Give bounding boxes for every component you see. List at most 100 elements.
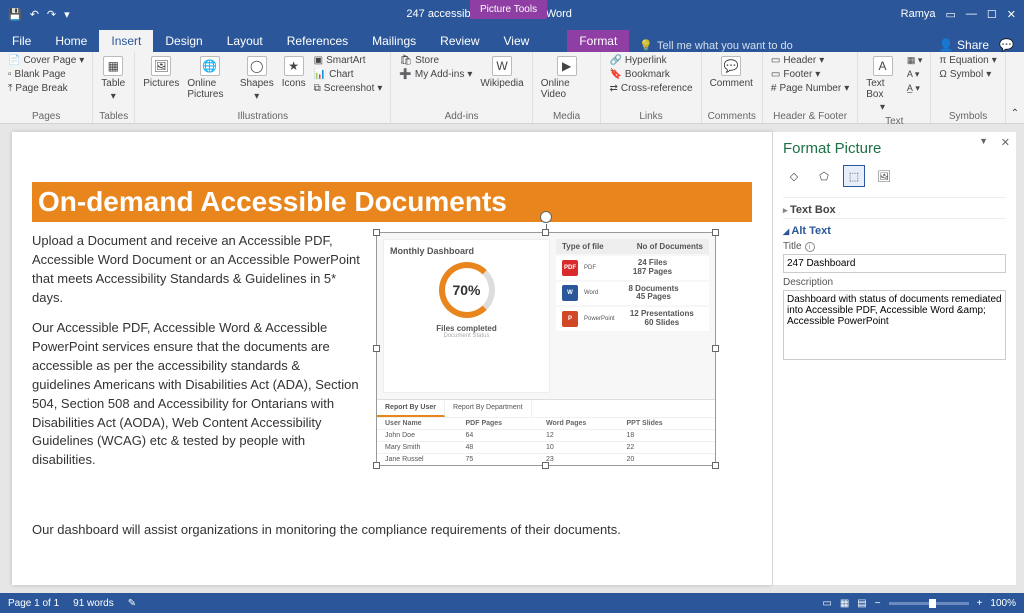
zoom-level[interactable]: 100% [990, 598, 1016, 609]
resize-handle[interactable] [712, 345, 719, 352]
info-icon[interactable]: i [805, 242, 815, 252]
wordart-button[interactable]: A ▾ [905, 68, 925, 81]
resize-handle[interactable] [712, 462, 719, 469]
redo-icon[interactable]: ↷ [47, 8, 56, 21]
print-layout-icon[interactable]: ▦ [840, 598, 849, 609]
bookmark-button[interactable]: 🔖 Bookmark [607, 68, 694, 81]
page-indicator[interactable]: Page 1 of 1 [8, 598, 59, 609]
table-icon: ▦ [103, 56, 123, 76]
text-box-button[interactable]: AText Box▾ [864, 54, 901, 115]
document-page[interactable]: On-demand Accessible Documents Upload a … [12, 132, 772, 585]
symbol-button[interactable]: Ω Symbol ▾ [937, 68, 998, 81]
wikipedia-button[interactable]: WWikipedia [478, 54, 525, 110]
icons-icon: ★ [284, 56, 304, 76]
powerpoint-icon: P [562, 311, 578, 327]
alt-text-title-label: Titlei [783, 241, 1006, 252]
table-button[interactable]: ▦Table▾ [99, 54, 127, 110]
online-pictures-button[interactable]: 🌐Online Pictures [185, 54, 233, 110]
resize-handle[interactable] [373, 462, 380, 469]
layout-properties-icon[interactable]: ⬚ [843, 165, 865, 187]
group-label-illustrations: Illustrations [141, 110, 384, 123]
rotate-handle[interactable] [540, 211, 552, 223]
page-break-button[interactable]: ⤒ Page Break [6, 82, 86, 95]
read-mode-icon[interactable]: ▭ [822, 598, 831, 609]
resize-handle[interactable] [373, 229, 380, 236]
alt-text-title-input[interactable] [783, 254, 1006, 273]
smartart-button[interactable]: ▣ SmartArt [312, 54, 385, 67]
chart-button[interactable]: 📊 Chart [312, 68, 385, 81]
resize-handle[interactable] [373, 345, 380, 352]
equation-button[interactable]: π Equation ▾ [937, 54, 998, 67]
cross-reference-button[interactable]: ⇄ Cross-reference [607, 82, 694, 95]
page-number-button[interactable]: # Page Number ▾ [769, 82, 851, 95]
paragraph-3[interactable]: Our dashboard will assist organizations … [32, 522, 752, 537]
my-addins-button[interactable]: ➕ My Add-ins ▾ [397, 68, 474, 81]
panel-options-icon[interactable]: ▼ [979, 136, 988, 146]
tab-design[interactable]: Design [153, 30, 214, 52]
paragraph-1[interactable]: Upload a Document and receive an Accessi… [32, 232, 362, 307]
paragraph-2[interactable]: Our Accessible PDF, Accessible Word & Ac… [32, 319, 362, 470]
save-icon[interactable]: 💾 [8, 8, 22, 21]
group-label-media: Media [539, 110, 595, 123]
selected-picture[interactable]: Monthly Dashboard 70% Files completed Do… [376, 232, 716, 466]
icons-button[interactable]: ★Icons [280, 54, 308, 110]
group-label-addins: Add-ins [397, 110, 525, 123]
collapse-ribbon-icon[interactable]: ⌃ [1006, 52, 1024, 123]
effects-icon[interactable]: ⬠ [813, 165, 835, 187]
tab-home[interactable]: Home [43, 30, 99, 52]
resize-handle[interactable] [712, 229, 719, 236]
share-button[interactable]: 👤 Share [939, 38, 989, 52]
drop-cap-button[interactable]: A̲ ▾ [905, 82, 925, 95]
picture-icon[interactable]: 🖼 [873, 165, 895, 187]
tab-references[interactable]: References [275, 30, 360, 52]
close-panel-icon[interactable]: ✕ [1001, 136, 1010, 149]
zoom-out-icon[interactable]: − [875, 598, 881, 609]
comments-icon[interactable]: 💬 [999, 38, 1014, 52]
user-name[interactable]: Ramya [901, 8, 936, 20]
maximize-icon[interactable]: ☐ [987, 8, 997, 21]
fill-line-icon[interactable]: ◇ [783, 165, 805, 187]
tab-mailings[interactable]: Mailings [360, 30, 428, 52]
section-alt-text[interactable]: Alt Text Titlei Description [783, 218, 1006, 365]
close-icon[interactable]: ✕ [1007, 8, 1016, 21]
zoom-slider[interactable] [889, 602, 969, 605]
group-label-comments: Comments [708, 110, 756, 123]
blank-page-button[interactable]: ▫ Blank Page [6, 68, 86, 81]
tab-view[interactable]: View [492, 30, 542, 52]
undo-icon[interactable]: ↶ [30, 8, 39, 21]
resize-handle[interactable] [542, 462, 549, 469]
section-text-box[interactable]: Text Box [783, 197, 1006, 218]
screenshot-button[interactable]: ⧉ Screenshot ▾ [312, 82, 385, 95]
group-label-tables: Tables [99, 110, 128, 123]
footer-button[interactable]: ▭ Footer ▾ [769, 68, 851, 81]
hyperlink-button[interactable]: 🔗 Hyperlink [607, 54, 694, 67]
wikipedia-icon: W [492, 56, 512, 76]
tab-format[interactable]: Format [567, 30, 629, 52]
group-label-symbols: Symbols [937, 110, 998, 123]
document-text-column[interactable]: Upload a Document and receive an Accessi… [32, 232, 362, 482]
alt-text-description-input[interactable] [783, 290, 1006, 360]
web-layout-icon[interactable]: ▤ [857, 598, 866, 609]
tab-file[interactable]: File [0, 30, 43, 52]
document-heading[interactable]: On-demand Accessible Documents [32, 182, 752, 222]
ribbon-options-icon[interactable]: ▭ [946, 8, 956, 21]
online-video-button[interactable]: ▶Online Video [539, 54, 595, 110]
word-count[interactable]: 91 words [73, 598, 114, 609]
resize-handle[interactable] [542, 229, 549, 236]
store-button[interactable]: 🛍 Store [397, 54, 474, 67]
picture-tools-contextual-tab: Picture Tools [470, 0, 547, 19]
spell-check-icon[interactable]: ✎ [128, 598, 136, 609]
header-button[interactable]: ▭ Header ▾ [769, 54, 851, 67]
comment-button[interactable]: 💬Comment [708, 54, 755, 110]
quick-parts-button[interactable]: ▦ ▾ [905, 54, 925, 67]
tab-review[interactable]: Review [428, 30, 491, 52]
qat-dropdown-icon[interactable]: ▾ [64, 8, 70, 21]
pictures-button[interactable]: 🖼Pictures [141, 54, 181, 110]
shapes-button[interactable]: ◯Shapes▾ [238, 54, 276, 110]
cover-page-button[interactable]: 📄 Cover Page ▾ [6, 54, 86, 67]
zoom-in-icon[interactable]: + [977, 598, 983, 609]
tell-me-box[interactable]: 💡Tell me what you want to do [639, 39, 792, 52]
minimize-icon[interactable]: — [966, 8, 977, 20]
tab-layout[interactable]: Layout [215, 30, 275, 52]
tab-insert[interactable]: Insert [99, 30, 153, 52]
